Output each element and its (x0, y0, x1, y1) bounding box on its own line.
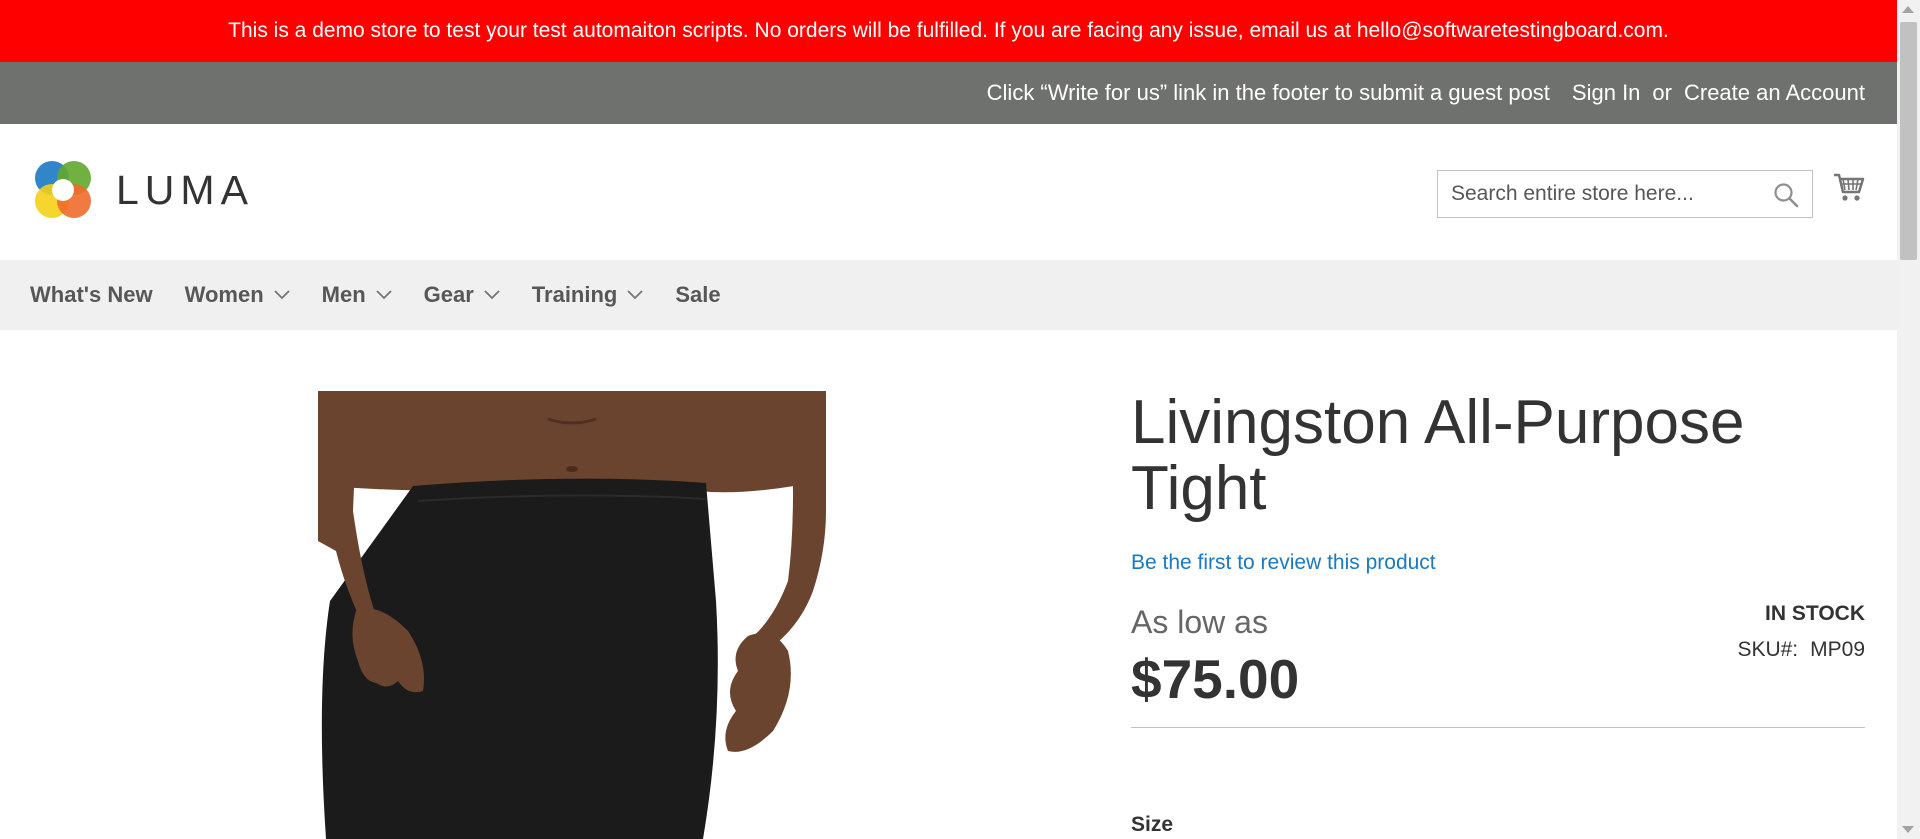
page-scrollbar[interactable] (1897, 0, 1920, 839)
nav-item-whats-new[interactable]: What's New (30, 282, 153, 308)
product-title: Livingston All-Purpose Tight (1131, 388, 1745, 523)
nav-item-label: Men (321, 282, 366, 307)
sign-in-link[interactable]: Sign In (1572, 80, 1641, 106)
product-price: $75.00 (1131, 648, 1300, 710)
main-navigation: What's New Women Men Gear Training Sale (0, 260, 1897, 330)
or-separator: or (1652, 80, 1672, 105)
chevron-down-icon (376, 290, 392, 300)
create-account-link[interactable]: Create an Account (1684, 80, 1865, 106)
site-header: LUMA (0, 124, 1897, 260)
demo-store-banner: This is a demo store to test your test a… (0, 0, 1897, 62)
search-box (1437, 170, 1813, 218)
scrollbar-thumb[interactable] (1900, 22, 1917, 260)
nav-item-sale[interactable]: Sale (675, 282, 720, 308)
nav-item-gear[interactable]: Gear (424, 282, 500, 308)
chevron-down-icon (484, 290, 500, 300)
chevron-down-icon (627, 290, 643, 300)
search-input[interactable] (1438, 171, 1771, 217)
nav-item-men[interactable]: Men (322, 282, 392, 308)
guest-post-notice: Click “Write for us” link in the footer … (986, 80, 1550, 105)
nav-item-label: Training (531, 282, 618, 307)
nav-item-label: What's New (30, 282, 153, 307)
cart-icon[interactable] (1832, 170, 1866, 204)
sku-value: MP09 (1810, 638, 1865, 661)
product-image[interactable] (318, 391, 826, 839)
product-info-divider (1131, 727, 1865, 728)
scroll-down-arrow-icon[interactable] (1902, 826, 1914, 833)
luma-logo-icon (35, 161, 91, 218)
size-option-label: Size (1131, 813, 1174, 836)
top-account-bar: Click “Write for us” link in the footer … (0, 62, 1897, 124)
chevron-down-icon (274, 290, 290, 300)
first-review-link[interactable]: Be the first to review this product (1131, 551, 1436, 575)
sku-row: SKU#: MP09 (1700, 638, 1865, 662)
logo-text: LUMA (116, 166, 254, 213)
stock-status: IN STOCK (1765, 602, 1865, 625)
sku-label: SKU#: (1737, 638, 1799, 661)
luma-logo[interactable]: LUMA (30, 157, 254, 223)
price-prefix: As low as (1131, 604, 1268, 640)
nav-item-label: Women (184, 282, 264, 307)
product-photo-illustration (318, 391, 826, 839)
demo-store-banner-text: This is a demo store to test your test a… (228, 19, 1669, 42)
nav-item-label: Gear (423, 282, 474, 307)
scroll-up-arrow-icon[interactable] (1902, 6, 1914, 13)
nav-item-training[interactable]: Training (532, 282, 644, 308)
search-icon[interactable] (1773, 182, 1799, 208)
nav-item-label: Sale (675, 282, 721, 307)
nav-item-women[interactable]: Women (185, 282, 290, 308)
